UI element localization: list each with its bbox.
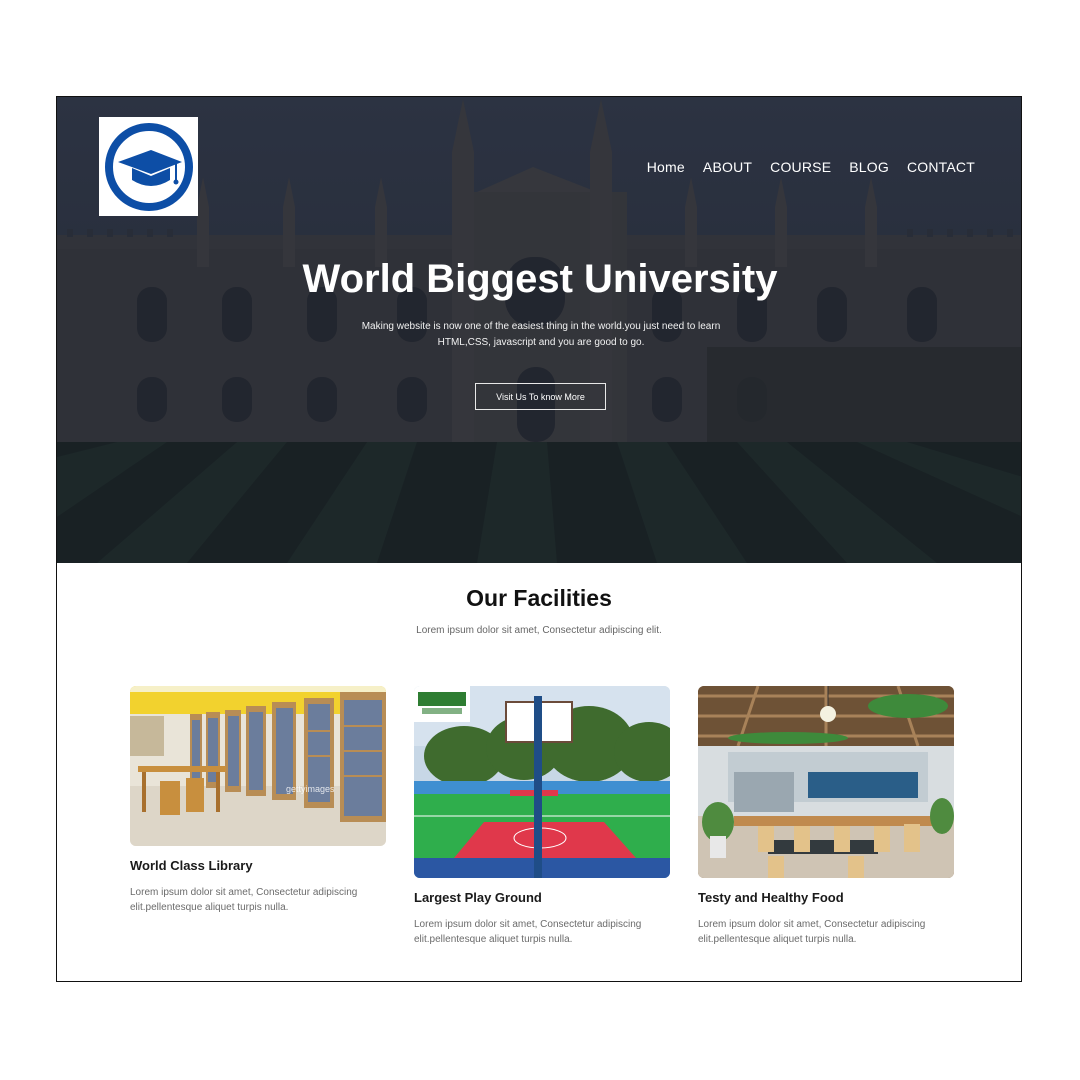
nav-blog[interactable]: BLOG (849, 159, 889, 175)
card-title: Testy and Healthy Food (698, 890, 844, 905)
getty-watermark: gettyimages (286, 784, 335, 794)
card-title: Largest Play Ground (414, 890, 542, 905)
facility-card-playground[interactable]: Largest Play Ground Lorem ipsum dolor si… (414, 686, 670, 947)
logo[interactable] (99, 117, 198, 216)
hero-title: World Biggest University (302, 257, 778, 301)
card-title: World Class Library (130, 858, 253, 873)
library-image: gettyimages (130, 686, 386, 846)
nav-course[interactable]: COURSE (770, 159, 831, 175)
main-nav: Home ABOUT COURSE BLOG CONTACT (647, 159, 975, 175)
facility-card-library[interactable]: gettyimages World Class Library Lorem ip… (130, 686, 386, 915)
facilities-subtitle: Lorem ipsum dolor sit amet, Consectetur … (416, 625, 662, 636)
graduation-cap-icon (104, 122, 193, 211)
page-frame: Home ABOUT COURSE BLOG CONTACT World Big… (56, 96, 1022, 982)
card-text: Lorem ipsum dolor sit amet, Consectetur … (130, 887, 358, 913)
hero-description: Making website is now one of the easiest… (361, 321, 721, 348)
cafeteria-image (698, 686, 954, 878)
hero-section: Home ABOUT COURSE BLOG CONTACT World Big… (57, 97, 1021, 563)
playground-image (414, 686, 670, 878)
nav-contact[interactable]: CONTACT (907, 159, 975, 175)
facilities-title: Our Facilities (466, 585, 612, 611)
card-text: Lorem ipsum dolor sit amet, Consectetur … (414, 919, 642, 945)
nav-about[interactable]: ABOUT (703, 159, 752, 175)
visit-us-button[interactable]: Visit Us To know More (475, 383, 606, 410)
card-text: Lorem ipsum dolor sit amet, Consectetur … (698, 919, 926, 945)
nav-home[interactable]: Home (647, 159, 685, 175)
facility-card-food[interactable]: Testy and Healthy Food Lorem ipsum dolor… (698, 686, 954, 947)
